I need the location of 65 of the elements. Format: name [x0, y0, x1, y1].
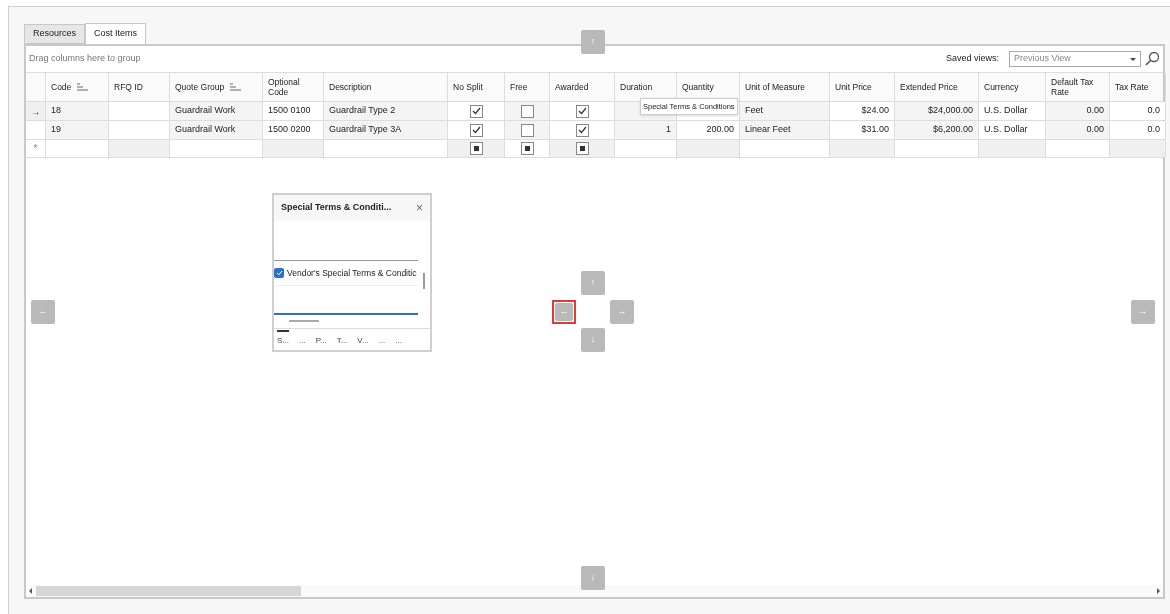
column-header[interactable]: Quote Group: [170, 73, 263, 101]
table-cell: 1: [615, 121, 677, 139]
panel-title: Special Terms & Conditi...: [281, 201, 393, 215]
caret-icon: [1130, 57, 1136, 61]
table-cell: Feet: [740, 102, 830, 120]
group-hint: Drag columns here to group: [29, 52, 141, 66]
checkmark-icon: [577, 107, 587, 115]
column-header[interactable]: Awarded: [550, 73, 615, 101]
table-cell: Guardrail Type 2: [324, 102, 448, 120]
panel-tab[interactable]: P...: [315, 329, 327, 350]
column-header[interactable]: Description: [324, 73, 448, 101]
column-header[interactable]: RFQ ID: [109, 73, 170, 101]
checkbox[interactable]: [520, 104, 534, 118]
table-cell: $6,200.00: [895, 121, 979, 139]
column-header[interactable]: Extended Price: [895, 73, 979, 101]
saved-views-label: Saved views:: [945, 52, 999, 66]
sort-icon: [230, 82, 242, 92]
checkbox[interactable]: [520, 142, 534, 155]
column-header[interactable]: Code: [46, 73, 109, 101]
table-cell: Guardrail Work: [170, 102, 263, 120]
panel-tab[interactable]: ...: [395, 329, 402, 350]
table-cell: Linear Feet: [740, 121, 830, 139]
column-header[interactable]: No Split: [448, 73, 505, 101]
table-cell: Guardrail Work: [170, 121, 263, 139]
panel-tab[interactable]: S...: [277, 329, 289, 350]
table-cell: 18: [46, 102, 109, 120]
panel-tab[interactable]: T...: [336, 329, 348, 350]
close-button[interactable]: ×: [416, 199, 423, 217]
column-header[interactable]: Optional Code: [263, 73, 324, 101]
panel-tab[interactable]: ...: [299, 329, 306, 350]
horizontal-scrollbar-thumb[interactable]: [289, 320, 319, 322]
table-cell: 19: [46, 121, 109, 139]
panel-tab[interactable]: V...: [357, 329, 369, 350]
checkbox-label: Vendor's Special Terms & Conditic: [287, 266, 417, 280]
horizontal-scrollbar[interactable]: [26, 585, 1163, 597]
checkmark-icon: [471, 107, 481, 115]
checkbox[interactable]: [520, 123, 534, 137]
checkmark-icon: [275, 270, 283, 276]
vertical-scrollbar-thumb[interactable]: [423, 273, 425, 289]
column-header[interactable]: Unit of Measure: [740, 73, 830, 101]
checkmark-icon: [471, 126, 481, 134]
checkbox[interactable]: [469, 123, 483, 137]
column-header[interactable]: Default Tax Rate: [1046, 73, 1110, 101]
table-cell: 0.00: [1046, 121, 1110, 139]
panel-tab[interactable]: ...: [378, 329, 386, 350]
tab[interactable]: Resources: [24, 24, 86, 44]
checkbox[interactable]: [575, 104, 589, 118]
checkbox[interactable]: [575, 142, 589, 155]
checkbox[interactable]: [274, 268, 284, 278]
column-header[interactable]: Currency: [979, 73, 1046, 101]
column-header[interactable]: Tax Rate: [1110, 73, 1166, 101]
column-header[interactable]: Free: [505, 73, 550, 101]
checkbox[interactable]: [469, 142, 483, 155]
column-header[interactable]: Unit Price: [830, 73, 895, 101]
checkbox[interactable]: [575, 123, 589, 137]
tab[interactable]: Cost Items: [85, 23, 147, 44]
table-cell: Guardrail Type 3A: [324, 121, 448, 139]
saved-views-dropdown[interactable]: Previous View: [1009, 51, 1141, 67]
search-icon[interactable]: [1144, 51, 1160, 67]
checkbox[interactable]: [469, 104, 483, 118]
sort-icon: [77, 82, 89, 92]
table-cell: 0.00: [1046, 102, 1110, 120]
row-indicator: →: [26, 102, 46, 120]
table-cell: $24,000.00: [895, 102, 979, 120]
checkmark-icon: [577, 126, 587, 134]
